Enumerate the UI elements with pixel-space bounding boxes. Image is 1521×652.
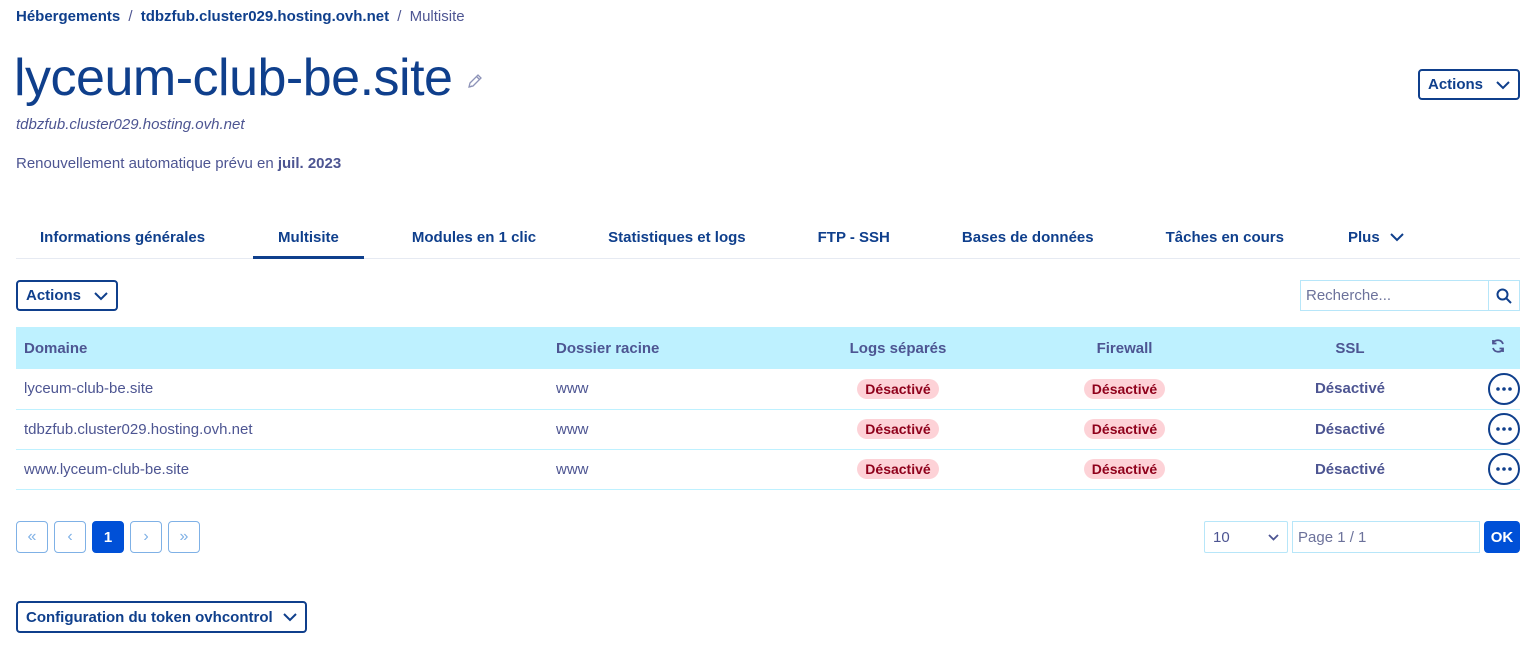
tab-multisite[interactable]: Multisite — [253, 216, 364, 259]
tab-label: Plus — [1347, 228, 1380, 246]
search-button[interactable] — [1488, 280, 1520, 311]
column-header-actions — [1450, 327, 1520, 369]
pagination: « ‹ 1 › » — [16, 521, 200, 553]
ssl-status: Désactivé — [1314, 420, 1386, 438]
tab-plus[interactable]: Plus — [1324, 216, 1428, 258]
cell-actions — [1450, 369, 1520, 410]
breadcrumb-separator: / — [397, 8, 402, 25]
table-row: tdbzfub.cluster029.hosting.ovh.net www D… — [16, 409, 1520, 450]
ssl-status: Désactivé — [1314, 380, 1386, 398]
cell-logs: Désactivé — [797, 369, 999, 410]
title-row: lyceum-club-be.site — [14, 46, 486, 110]
tab-label: Informations générales — [40, 228, 206, 246]
search-icon — [1496, 288, 1512, 304]
chevron-down-icon — [1268, 533, 1279, 541]
status-badge: Désactivé — [857, 419, 939, 439]
first-page-button[interactable]: « — [16, 521, 48, 553]
table-header-row: Domaine Dossier racine Logs séparés Fire… — [16, 327, 1520, 369]
cell-firewall: Désactivé — [999, 369, 1250, 410]
next-page-button[interactable]: › — [130, 521, 162, 553]
more-dots-icon[interactable] — [1488, 372, 1520, 405]
tab-informations-generales[interactable]: Informations générales — [16, 216, 229, 258]
tab-label: Bases de données — [961, 228, 1094, 246]
column-header-firewall[interactable]: Firewall — [999, 327, 1250, 369]
multisite-table: Domaine Dossier racine Logs séparés Fire… — [16, 327, 1520, 490]
table-row: www.lyceum-club-be.site www Désactivé Dé… — [16, 449, 1520, 490]
page-subtitle: tdbzfub.cluster029.hosting.ovh.net — [16, 116, 245, 133]
chevron-down-icon — [282, 612, 297, 622]
column-header-ssl[interactable]: SSL — [1250, 327, 1450, 369]
status-badge: Désactivé — [857, 378, 939, 399]
renewal-prefix: Renouvellement automatique prévu en — [16, 155, 274, 172]
cell-domain: www.lyceum-club-be.site — [16, 449, 548, 490]
tab-label: Multisite — [278, 228, 339, 246]
column-header-logs[interactable]: Logs séparés — [797, 327, 999, 369]
token-config-label: Configuration du token ovhcontrol — [26, 608, 273, 626]
tab-bar: Informations générales Multisite Modules… — [16, 216, 1520, 259]
search-box — [1300, 280, 1520, 311]
tab-label: FTP - SSH — [817, 228, 890, 246]
renewal-date: juil. 2023 — [277, 155, 342, 172]
chevron-down-icon — [1389, 232, 1404, 242]
renewal-info: Renouvellement automatique prévu en juil… — [16, 155, 341, 172]
tab-ftp-ssh[interactable]: FTP - SSH — [794, 216, 914, 258]
tab-label: Statistiques et logs — [608, 228, 746, 246]
page-number-input[interactable] — [1292, 521, 1480, 553]
current-page-button[interactable]: 1 — [92, 521, 124, 553]
page-title: lyceum-club-be.site — [14, 49, 453, 107]
ssl-status: Désactivé — [1314, 460, 1386, 478]
column-header-domain[interactable]: Domaine — [16, 327, 548, 369]
cell-domain: tdbzfub.cluster029.hosting.ovh.net — [16, 409, 548, 450]
cell-logs: Désactivé — [797, 409, 999, 450]
cell-domain: lyceum-club-be.site — [16, 369, 548, 410]
status-badge: Désactivé — [857, 459, 939, 479]
tab-taches[interactable]: Tâches en cours — [1142, 216, 1308, 258]
header-actions-button[interactable]: Actions — [1418, 69, 1520, 100]
prev-page-button[interactable]: ‹ — [54, 521, 86, 553]
status-badge: Désactivé — [1083, 378, 1166, 399]
chevron-down-icon — [94, 291, 108, 301]
pencil-icon[interactable] — [466, 72, 486, 92]
tab-label: Tâches en cours — [1165, 228, 1284, 246]
table-row: lyceum-club-be.site www Désactivé Désact… — [16, 369, 1520, 410]
cell-firewall: Désactivé — [999, 449, 1250, 490]
breadcrumb-separator: / — [128, 8, 133, 25]
table-actions-button[interactable]: Actions — [16, 280, 118, 311]
chevron-down-icon — [1496, 80, 1510, 90]
breadcrumb-hebergements[interactable]: Hébergements — [16, 8, 120, 25]
cell-actions — [1450, 409, 1520, 450]
tab-bases-de-donnees[interactable]: Bases de données — [938, 216, 1118, 258]
cell-logs: Désactivé — [797, 449, 999, 490]
table-actions-label: Actions — [26, 287, 82, 304]
more-dots-icon[interactable] — [1488, 453, 1520, 485]
last-page-button[interactable]: » — [168, 521, 200, 553]
tab-statistiques[interactable]: Statistiques et logs — [584, 216, 770, 258]
header-actions-label: Actions — [1428, 76, 1484, 93]
cell-root: www — [548, 369, 797, 410]
status-badge: Désactivé — [1083, 459, 1166, 479]
more-dots-icon[interactable] — [1488, 413, 1520, 445]
cell-ssl: Désactivé — [1250, 449, 1450, 490]
status-badge: Désactivé — [1083, 419, 1166, 439]
per-page-select[interactable]: 10 — [1204, 521, 1288, 553]
column-header-root[interactable]: Dossier racine — [548, 327, 797, 369]
cell-firewall: Désactivé — [999, 409, 1250, 450]
cell-ssl: Désactivé — [1250, 369, 1450, 410]
cell-actions — [1450, 449, 1520, 490]
per-page-value: 10 — [1213, 528, 1230, 546]
breadcrumb: Hébergements / tdbzfub.cluster029.hostin… — [16, 8, 465, 25]
go-to-page-button[interactable]: OK — [1484, 521, 1520, 553]
tab-modules[interactable]: Modules en 1 clic — [388, 216, 560, 258]
cell-ssl: Désactivé — [1250, 409, 1450, 450]
cell-root: www — [548, 409, 797, 450]
breadcrumb-current: Multisite — [409, 8, 465, 25]
token-config-button[interactable]: Configuration du token ovhcontrol — [16, 601, 307, 633]
cell-root: www — [548, 449, 797, 490]
tab-label: Modules en 1 clic — [411, 228, 537, 246]
search-input[interactable] — [1300, 280, 1488, 311]
breadcrumb-hosting[interactable]: tdbzfub.cluster029.hosting.ovh.net — [141, 8, 389, 25]
refresh-icon[interactable] — [1490, 338, 1506, 354]
